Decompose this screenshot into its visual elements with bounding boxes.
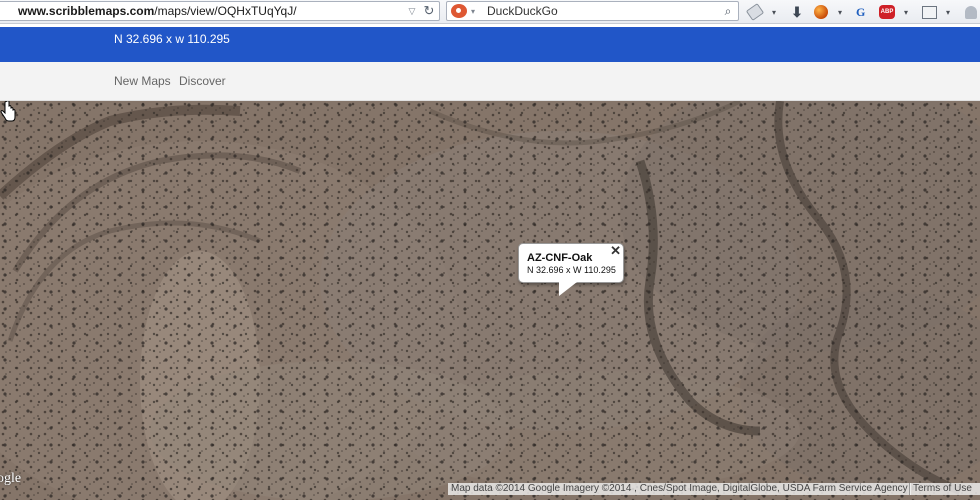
url-text[interactable]: www.scribblemaps.com/maps/view/OQHxTUqYq… <box>0 4 405 18</box>
map-canvas[interactable]: ✕ AZ-CNF-Oak N 32.696 x W 110.295 ogle M… <box>0 101 980 500</box>
terms-of-use-link[interactable]: Terms of Use <box>909 483 980 495</box>
chevron-down-icon[interactable]: ▾ <box>467 7 479 16</box>
map-attribution: Map data ©2014 Google Imagery ©2014 , Cn… <box>448 483 911 495</box>
search-input[interactable]: DuckDuckGo <box>479 4 718 18</box>
nav-new-maps[interactable]: New Maps <box>114 74 171 88</box>
gc-icon[interactable]: G <box>854 3 872 21</box>
url-domain: www.scribblemaps.com <box>18 4 155 18</box>
screenshot-icon[interactable] <box>920 3 938 21</box>
address-bar[interactable]: www.scribblemaps.com/maps/view/OQHxTUqYq… <box>0 1 440 21</box>
marker-coordinates: N 32.696 x W 110.295 <box>527 265 616 275</box>
chevron-down-icon[interactable]: ▾ <box>902 8 910 17</box>
chevron-down-icon[interactable]: ▾ <box>770 8 778 17</box>
satellite-imagery <box>0 101 980 500</box>
site-nav: New Maps Discover <box>0 62 980 101</box>
url-path: /maps/view/OQHxTUqYqJ/ <box>154 4 297 18</box>
chevron-down-icon[interactable]: ▽ <box>405 6 419 17</box>
bell-icon[interactable] <box>962 3 980 21</box>
nav-discover[interactable]: Discover <box>179 74 226 88</box>
reload-icon[interactable]: ↻ <box>419 3 439 19</box>
search-icon[interactable]: ⌕ <box>718 4 738 19</box>
firefox-ball-icon[interactable] <box>812 3 830 21</box>
tag-icon[interactable] <box>745 3 765 21</box>
marker-title: AZ-CNF-Oak <box>527 252 593 264</box>
browser-toolbar: www.scribblemaps.com/maps/view/OQHxTUqYq… <box>0 0 980 24</box>
chevron-down-icon[interactable]: ▾ <box>836 8 844 17</box>
hand-cursor-icon <box>0 101 16 122</box>
toolbar-icons: ▾ ⬇ ▾ G ABP ▾ ▾ <box>745 2 980 22</box>
google-logo[interactable]: ogle <box>0 471 21 487</box>
info-window-tail <box>559 282 577 296</box>
adblock-icon[interactable]: ABP <box>878 3 896 21</box>
search-bar[interactable]: ▾ DuckDuckGo ⌕ <box>446 1 739 21</box>
site-header: N 32.696 x w 110.295 <box>0 27 980 62</box>
map-info-window: ✕ AZ-CNF-Oak N 32.696 x W 110.295 <box>518 243 624 299</box>
close-icon[interactable]: ✕ <box>610 243 621 259</box>
header-coordinates: N 32.696 x w 110.295 <box>114 32 230 46</box>
chevron-down-icon[interactable]: ▾ <box>944 8 952 17</box>
download-icon[interactable]: ⬇ <box>788 3 806 21</box>
duckduckgo-icon[interactable] <box>451 4 467 18</box>
